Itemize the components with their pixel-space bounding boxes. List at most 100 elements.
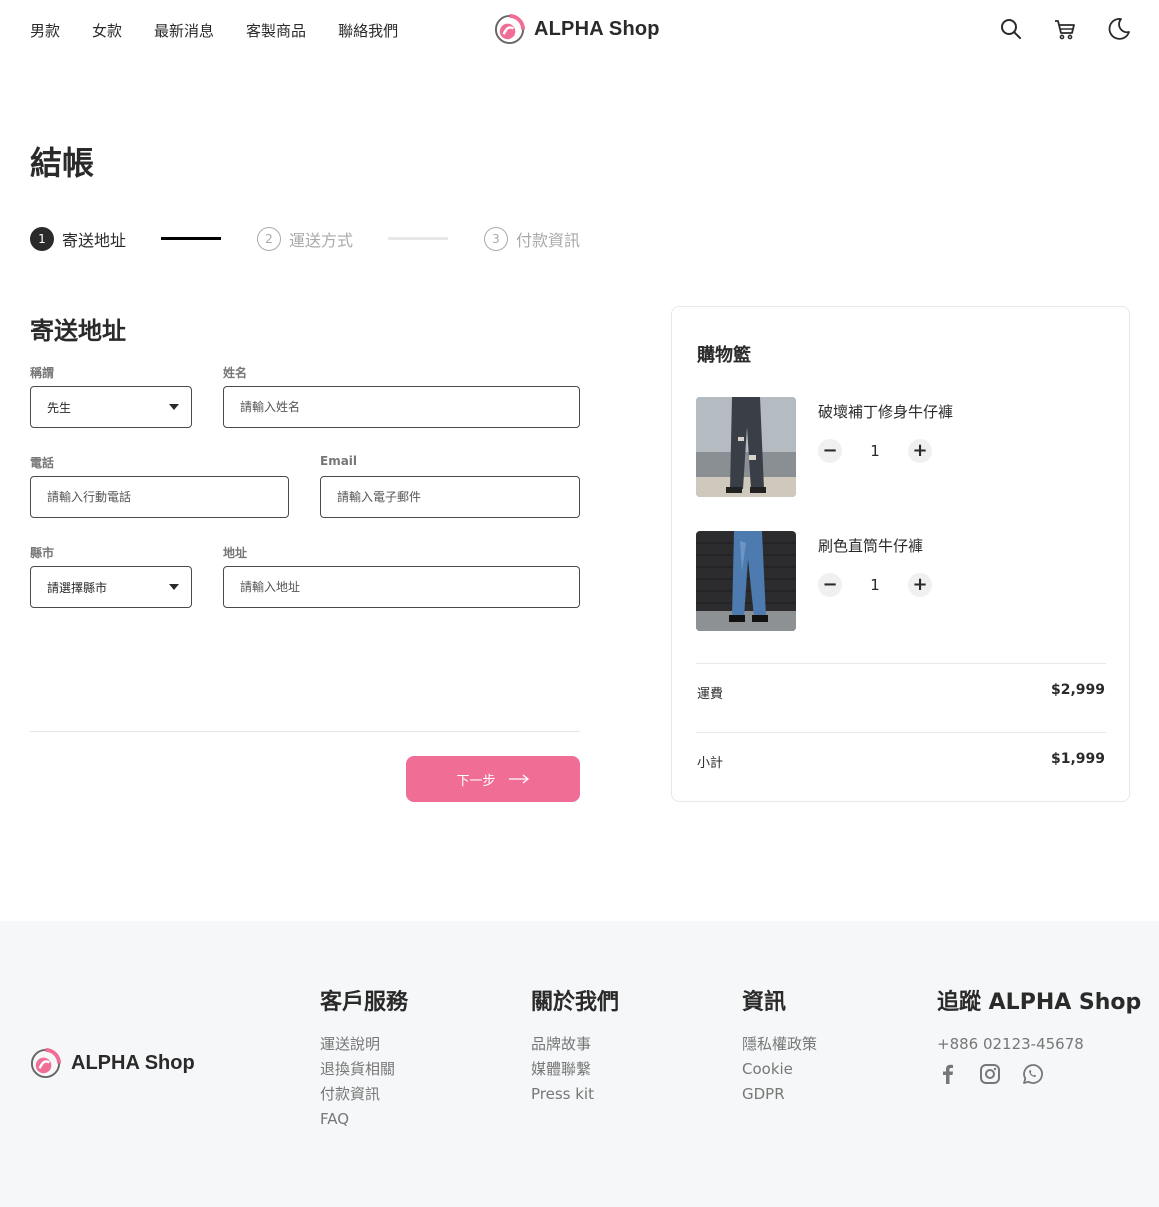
footer-col-title: 客戶服務 (320, 990, 409, 1015)
instagram-icon[interactable] (979, 1063, 1001, 1085)
quantity-stepper: − 1 + (818, 439, 932, 463)
minus-icon[interactable]: − (818, 573, 842, 597)
footer-link[interactable]: GDPR (742, 1082, 817, 1107)
cart-divider (696, 732, 1106, 733)
whatsapp-icon[interactable] (1021, 1063, 1043, 1085)
email-label: Email (320, 454, 358, 468)
footer: ALPHA Shop 客戶服務 運送說明 退換貨相關 付款資訊 FAQ 關於我們… (0, 921, 1159, 1207)
quantity-value: 1 (870, 442, 880, 460)
shipping-value: $2,999 (1050, 682, 1105, 698)
header: 男款 女款 最新消息 客製商品 聯絡我們 ALPHA Shop (0, 0, 1159, 62)
cart-divider (696, 663, 1106, 664)
nav-custom[interactable]: 客製商品 (246, 20, 306, 41)
step-label: 寄送地址 (62, 231, 127, 250)
next-step-button[interactable]: 下一步 (406, 756, 580, 802)
footer-link[interactable]: 運送說明 (320, 1032, 408, 1057)
social-links (937, 1063, 1141, 1085)
salutation-value: 先生 (47, 400, 72, 415)
footer-phone[interactable]: +886 02123-45678 (937, 1032, 1141, 1057)
step-label: 運送方式 (289, 231, 354, 250)
footer-col-service: 客戶服務 運送說明 退換貨相關 付款資訊 FAQ (320, 984, 408, 1132)
cart-item: 破壞補丁修身牛仔褲 − 1 + (696, 397, 1106, 497)
step-connector-pending (388, 237, 448, 240)
quantity-stepper: − 1 + (818, 573, 932, 597)
checkout-stepper: 1 寄送地址 2 運送方式 3 付款資訊 (30, 227, 590, 251)
product-image (696, 531, 796, 631)
email-field-wrap (320, 476, 580, 518)
step-payment: 3 付款資訊 (484, 227, 580, 251)
caret-down-icon (169, 584, 179, 590)
nav-men[interactable]: 男款 (30, 20, 60, 41)
footer-link[interactable]: 品牌故事 (531, 1032, 619, 1057)
salutation-label: 稱謂 (30, 366, 55, 380)
step-number: 1 (30, 227, 54, 251)
step-number: 3 (484, 227, 508, 251)
moon-icon[interactable] (1107, 17, 1131, 41)
footer-link[interactable]: FAQ (320, 1107, 408, 1132)
phone-field-wrap (30, 476, 289, 518)
logo[interactable]: ALPHA Shop (493, 13, 660, 46)
phone-input[interactable] (47, 490, 288, 504)
nav-contact[interactable]: 聯絡我們 (338, 20, 398, 41)
cart-panel: 購物籃 破壞補丁修身牛仔褲 − 1 + 刷色直筒牛仔褲 − 1 + 運費 $2,… (671, 306, 1130, 802)
logo-text: ALPHA Shop (71, 1052, 195, 1074)
footer-link[interactable]: 付款資訊 (320, 1082, 408, 1107)
footer-link[interactable]: Press kit (531, 1082, 619, 1107)
address-input[interactable] (240, 580, 579, 594)
plus-icon[interactable]: + (908, 573, 932, 597)
city-value: 請選擇縣市 (47, 580, 108, 595)
address-label: 地址 (223, 546, 248, 560)
shipping-label: 運費 (697, 687, 724, 702)
logo-icon (494, 13, 526, 45)
footer-col-info: 資訊 隱私權政策 Cookie GDPR (742, 984, 817, 1107)
quantity-value: 1 (870, 576, 880, 594)
footer-col-follow: 追蹤 ALPHA Shop +886 02123-45678 (937, 984, 1141, 1085)
footer-link[interactable]: 媒體聯繫 (531, 1057, 619, 1082)
city-select[interactable]: 請選擇縣市 (30, 566, 192, 608)
city-label: 縣市 (30, 546, 55, 560)
email-input[interactable] (337, 490, 579, 504)
product-name: 破壞補丁修身牛仔褲 (818, 403, 954, 421)
minus-icon[interactable]: − (818, 439, 842, 463)
step-connector-done (161, 237, 221, 240)
address-field-wrap (223, 566, 580, 608)
product-image (696, 397, 796, 497)
name-input[interactable] (240, 400, 579, 414)
footer-link[interactable]: 隱私權政策 (742, 1032, 817, 1057)
form-title: 寄送地址 (30, 317, 126, 345)
salutation-select[interactable]: 先生 (30, 386, 192, 428)
cart-title: 購物籃 (697, 345, 751, 366)
phone-label: 電話 (30, 456, 55, 470)
footer-col-title: 資訊 (742, 990, 787, 1015)
facebook-icon[interactable] (937, 1063, 959, 1085)
search-icon[interactable] (999, 17, 1023, 41)
name-label: 姓名 (223, 366, 248, 380)
footer-link[interactable]: 退換貨相關 (320, 1057, 408, 1082)
page-title: 結帳 (30, 144, 95, 182)
footer-col-about: 關於我們 品牌故事 媒體聯繫 Press kit (531, 984, 619, 1107)
footer-logo[interactable]: ALPHA Shop (29, 1047, 195, 1080)
header-actions (999, 17, 1131, 41)
footer-col-title: 追蹤 ALPHA Shop (937, 990, 1142, 1015)
footer-link[interactable]: Cookie (742, 1057, 817, 1082)
product-name: 刷色直筒牛仔褲 (818, 537, 924, 555)
logo-text: ALPHA Shop (534, 18, 660, 40)
cart-item: 刷色直筒牛仔褲 − 1 + (696, 531, 1106, 631)
name-field-wrap (223, 386, 580, 428)
subtotal-value: $1,999 (1050, 751, 1105, 767)
cart-icon[interactable] (1053, 17, 1077, 41)
next-step-label: 下一步 (456, 773, 496, 789)
step-number: 2 (257, 227, 281, 251)
step-address: 1 寄送地址 (30, 227, 126, 251)
step-shipping: 2 運送方式 (257, 227, 353, 251)
arrow-right-icon (508, 774, 529, 784)
main-nav: 男款 女款 最新消息 客製商品 聯絡我們 (30, 20, 398, 41)
form-divider (30, 731, 580, 732)
nav-news[interactable]: 最新消息 (154, 20, 214, 41)
plus-icon[interactable]: + (908, 439, 932, 463)
step-label: 付款資訊 (516, 231, 581, 250)
caret-down-icon (169, 404, 179, 410)
nav-women[interactable]: 女款 (92, 20, 122, 41)
logo-icon (30, 1047, 62, 1079)
footer-col-title: 關於我們 (531, 990, 620, 1015)
